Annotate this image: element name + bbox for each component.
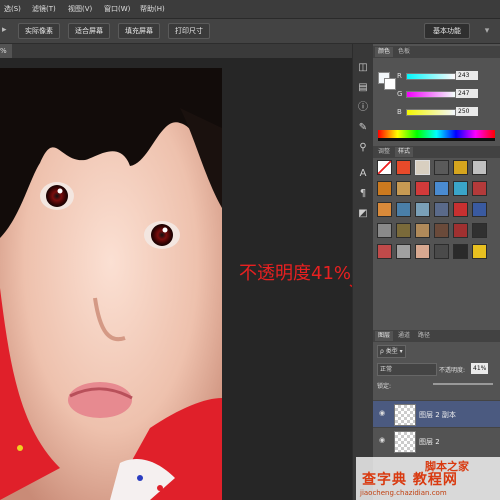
menu-select[interactable]: 选(S) [4, 4, 21, 14]
chevron-down-icon[interactable]: ▾ [480, 25, 494, 37]
history-icon[interactable]: ◫ [357, 62, 369, 74]
style-swatch[interactable] [453, 202, 468, 217]
print-size-button[interactable]: 打印尺寸 [168, 23, 210, 39]
layer-thumbnail [394, 431, 416, 453]
tab-layers[interactable]: 图层 [375, 331, 394, 341]
layer-row-selected[interactable]: ◉ 图层 2 副本 [373, 400, 500, 427]
paragraph-icon[interactable]: ¶ [357, 188, 369, 200]
style-swatch[interactable] [472, 181, 487, 196]
style-swatch[interactable] [434, 181, 449, 196]
style-swatch[interactable] [472, 202, 487, 217]
g-value-field[interactable]: 247 [456, 89, 478, 98]
g-slider[interactable] [406, 91, 456, 98]
style-swatch[interactable] [377, 202, 392, 217]
style-swatch[interactable] [453, 160, 468, 175]
menu-help[interactable]: 帮助(H) [140, 4, 165, 14]
b-slider[interactable] [406, 109, 456, 116]
style-swatch[interactable] [472, 160, 487, 175]
child-portrait-image [0, 68, 222, 500]
properties-icon[interactable]: ▤ [357, 82, 369, 94]
style-swatch[interactable] [415, 160, 430, 175]
watermark-url: jiaocheng.chazidian.com [360, 489, 447, 497]
r-value-field[interactable]: 243 [456, 71, 478, 80]
style-swatch[interactable] [434, 244, 449, 259]
document-tab[interactable]: % [0, 44, 12, 58]
fill-screen-button[interactable]: 填充屏幕 [118, 23, 160, 39]
eye-icon[interactable]: ◉ [379, 436, 389, 446]
opacity-annotation-text: 不透明度41% [239, 263, 352, 284]
style-swatch[interactable] [396, 160, 411, 175]
photo-image [0, 68, 222, 500]
menu-bar: 选(S) 滤镜(T) 视图(V) 窗口(W) 帮助(H) [0, 0, 500, 19]
layer-thumbnail [394, 404, 416, 426]
color-spectrum-shade[interactable] [378, 138, 495, 141]
b-label: B [397, 108, 402, 116]
color-spectrum-bar[interactable] [378, 130, 495, 138]
style-swatch[interactable] [377, 181, 392, 196]
menu-view[interactable]: 视图(V) [68, 4, 92, 14]
color-panel-tabs: 颜色 色板 [373, 46, 500, 58]
opacity-slider[interactable] [433, 383, 493, 385]
style-swatch[interactable] [434, 223, 449, 238]
workspace-button[interactable]: 基本功能 [424, 23, 470, 39]
tool-preset-icon[interactable]: ◩ [357, 208, 369, 220]
style-swatch[interactable] [396, 181, 411, 196]
info-icon[interactable]: ⓘ [357, 102, 369, 114]
actual-pixels-button[interactable]: 实际像素 [18, 23, 60, 39]
layer-row[interactable]: ◉ 图层 2 [373, 427, 500, 454]
styles-panel-tabs: 调整 样式 [373, 146, 500, 158]
layer-name: 图层 2 [419, 438, 440, 446]
brush-icon[interactable]: ✎ [357, 122, 369, 134]
tab-swatches[interactable]: 色板 [395, 47, 413, 57]
style-swatch[interactable] [377, 244, 392, 259]
style-swatch[interactable] [396, 202, 411, 217]
photoshop-window: 选(S) 滤镜(T) 视图(V) 窗口(W) 帮助(H) ▸ 实际像素 适合屏幕… [0, 0, 500, 500]
tab-color[interactable]: 颜色 [375, 47, 394, 57]
r-label: R [397, 72, 402, 80]
kind-filter-dropdown[interactable]: ρ 类型 ▾ [377, 345, 406, 358]
style-swatch[interactable] [453, 244, 468, 259]
style-swatch[interactable] [396, 223, 411, 238]
background-color-swatch[interactable] [384, 78, 396, 90]
document-tab-bar: % [0, 44, 352, 58]
b-value-field[interactable]: 250 [456, 107, 478, 116]
options-bar: ▸ 实际像素 适合屏幕 填充屏幕 打印尺寸 基本功能 ▾ [0, 19, 500, 44]
style-swatch[interactable] [377, 160, 392, 175]
style-swatch[interactable] [377, 223, 392, 238]
g-label: G [397, 90, 403, 98]
style-swatch[interactable] [472, 244, 487, 259]
eye-icon[interactable]: ◉ [379, 409, 389, 419]
character-icon[interactable]: A [357, 168, 369, 180]
layers-panel-tabs: 图层 通道 路径 [373, 330, 500, 342]
style-swatch[interactable] [415, 244, 430, 259]
menu-filter[interactable]: 滤镜(T) [32, 4, 56, 14]
style-swatch[interactable] [415, 181, 430, 196]
clone-source-icon[interactable]: ⚲ [357, 142, 369, 154]
style-swatch[interactable] [415, 223, 430, 238]
collapsed-panel-strip: ◫ ▤ ⓘ ✎ ⚲ A ¶ ◩ [352, 44, 374, 500]
blend-mode-dropdown[interactable]: 正常 [377, 363, 437, 376]
style-swatch[interactable] [453, 181, 468, 196]
layer-name: 图层 2 副本 [419, 411, 456, 419]
right-panels: 颜色 色板 R 243 G 247 B 250 调整 样式 图层 通道 路径 ρ… [373, 44, 500, 500]
opacity-field[interactable]: 41% [471, 363, 489, 374]
options-arrow-icon[interactable]: ▸ [2, 25, 12, 35]
style-swatch[interactable] [415, 202, 430, 217]
tab-paths[interactable]: 路径 [415, 331, 433, 341]
fit-screen-button[interactable]: 适合屏幕 [68, 23, 110, 39]
lock-label: 锁定: [377, 383, 392, 390]
tab-adjustments[interactable]: 调整 [375, 147, 393, 157]
style-swatch[interactable] [453, 223, 468, 238]
menu-window[interactable]: 窗口(W) [104, 4, 130, 14]
style-swatch[interactable] [434, 202, 449, 217]
r-slider[interactable] [406, 73, 456, 80]
tab-styles[interactable]: 样式 [395, 147, 414, 157]
tab-channels[interactable]: 通道 [395, 331, 413, 341]
watermark-text: 查字典 教程网 [362, 472, 458, 488]
style-swatch[interactable] [396, 244, 411, 259]
kind-filter-label: 类型 [385, 348, 398, 355]
style-swatch[interactable] [472, 223, 487, 238]
opacity-label: 不透明度: [439, 367, 466, 374]
style-swatch[interactable] [434, 160, 449, 175]
